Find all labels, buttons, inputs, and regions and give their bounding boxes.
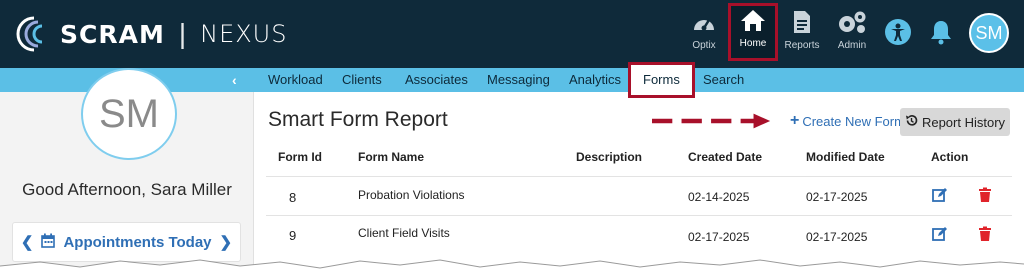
tab-associates[interactable]: Associates xyxy=(405,68,468,92)
row-2-form-name[interactable]: Client Field Visits xyxy=(358,226,450,240)
row-1-modified-date: 02-17-2025 xyxy=(806,190,868,204)
history-icon xyxy=(905,114,918,130)
col-header-modified-date[interactable]: Modified Date xyxy=(806,150,885,164)
gauge-icon xyxy=(691,8,717,36)
user-avatar[interactable]: SM xyxy=(969,13,1009,53)
profile-avatar[interactable]: SM xyxy=(81,68,177,160)
tab-workload[interactable]: Workload xyxy=(268,68,323,92)
greeting-text: Good Afternoon, Sara Miller xyxy=(22,180,232,199)
delete-icon[interactable] xyxy=(977,187,993,203)
brand-separator: | xyxy=(178,18,187,49)
edit-icon[interactable] xyxy=(932,187,948,203)
row-divider xyxy=(266,215,1012,216)
tab-analytics[interactable]: Analytics xyxy=(569,68,621,92)
scram-logo-icon xyxy=(12,14,52,54)
brand-logo[interactable]: SCRAM | NEXUS xyxy=(12,14,287,54)
row-1-form-id: 8 xyxy=(289,190,297,205)
delete-icon[interactable] xyxy=(977,226,993,242)
tab-search[interactable]: Search xyxy=(703,68,744,92)
col-header-created-date[interactable]: Created Date xyxy=(688,150,762,164)
top-bar: SCRAM | NEXUS Optix Home Reports Admin S… xyxy=(0,0,1024,68)
bell-icon[interactable] xyxy=(924,15,958,49)
brand-name: SCRAM xyxy=(60,19,165,49)
row-2-form-id: 9 xyxy=(289,228,297,243)
nav-reports[interactable]: Reports xyxy=(777,8,827,60)
collapse-sidebar-icon[interactable]: ‹ xyxy=(232,72,246,88)
plus-icon: + xyxy=(790,112,800,129)
col-header-form-id[interactable]: Form Id xyxy=(278,150,322,164)
tab-messaging[interactable]: Messaging xyxy=(487,68,550,92)
row-1-form-name[interactable]: Probation Violations xyxy=(358,188,465,202)
annotation-arrow-icon xyxy=(652,113,771,129)
header-divider xyxy=(266,176,1012,177)
gears-icon xyxy=(836,8,868,36)
report-history-label: Report History xyxy=(921,114,1006,130)
nav-admin-label: Admin xyxy=(837,40,867,51)
row-2-created-date: 02-17-2025 xyxy=(688,230,750,244)
col-header-form-name[interactable]: Form Name xyxy=(358,150,424,164)
calendar-icon xyxy=(41,233,56,252)
page-title: Smart Form Report xyxy=(268,108,448,131)
accessibility-icon[interactable] xyxy=(881,15,915,49)
chevron-right-icon[interactable]: ❯ xyxy=(220,233,233,251)
col-header-description[interactable]: Description xyxy=(576,150,642,164)
row-1-created-date: 02-14-2025 xyxy=(688,190,750,204)
edit-icon[interactable] xyxy=(932,226,948,242)
create-new-form-label: Create New Form xyxy=(802,113,905,129)
document-icon xyxy=(793,8,811,36)
row-2-modified-date: 02-17-2025 xyxy=(806,230,868,244)
tab-clients[interactable]: Clients xyxy=(342,68,382,92)
nav-reports-label: Reports xyxy=(784,40,820,51)
report-history-button[interactable]: Report History xyxy=(900,108,1010,136)
tab-forms[interactable]: Forms xyxy=(628,62,695,98)
home-icon xyxy=(739,6,767,34)
nav-home[interactable]: Home xyxy=(728,3,778,61)
torn-edge-decoration xyxy=(0,259,1024,276)
nav-home-label: Home xyxy=(739,38,767,49)
nav-admin[interactable]: Admin xyxy=(827,8,877,60)
nav-optix-label: Optix xyxy=(692,40,716,51)
nav-optix[interactable]: Optix xyxy=(679,8,729,60)
create-new-form-link[interactable]: + Create New Form xyxy=(790,112,905,130)
appointments-label: Appointments Today xyxy=(63,233,212,251)
col-header-action: Action xyxy=(931,150,969,164)
brand-product: NEXUS xyxy=(200,20,288,48)
chevron-left-icon[interactable]: ❮ xyxy=(21,233,34,251)
